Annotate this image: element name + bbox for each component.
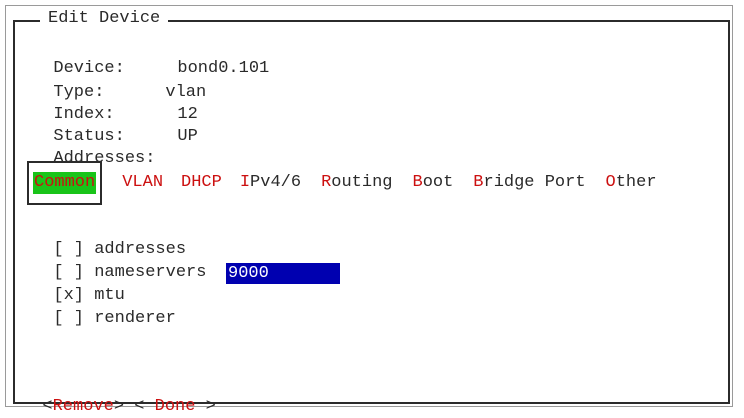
tab-vlan-label: VLAN xyxy=(122,173,164,192)
checkbox-renderer[interactable]: [ ] xyxy=(53,309,84,328)
tab-other-hotkey: O xyxy=(605,173,616,192)
tab-common-label: ommon xyxy=(44,173,96,192)
tab-other[interactable]: Other xyxy=(606,172,657,194)
tab-bridge-port-label: ridge Port xyxy=(483,173,586,192)
tab-routing-label: outing xyxy=(331,173,393,192)
tab-boot-label: oot xyxy=(422,173,454,192)
done-button[interactable]: < Done > xyxy=(134,397,216,416)
option-renderer[interactable]: [ ] renderer xyxy=(33,286,176,330)
tab-boot[interactable]: Boot xyxy=(412,172,453,194)
tab-routing[interactable]: Routing xyxy=(321,172,392,194)
tab-vlan[interactable]: VLAN xyxy=(122,172,163,194)
tab-dhcp[interactable]: DHCP xyxy=(181,172,222,194)
tab-ipv46-hotkey: I xyxy=(239,173,251,192)
tab-ipv46-label: Pv4/6 xyxy=(250,173,302,192)
dialog-title: Edit Device xyxy=(40,8,169,30)
tab-common-hotkey: C xyxy=(34,173,45,192)
done-button-label: Done xyxy=(154,397,196,416)
tab-bar: Common VLAN DHCP IPv4/6 Routing Boot Bri… xyxy=(27,161,657,205)
status-value: UP xyxy=(177,127,198,146)
tab-dhcp-label: DHCP xyxy=(181,173,222,192)
remove-button-label: Remove xyxy=(52,397,114,416)
mtu-input[interactable]: 9000 xyxy=(226,263,340,284)
option-renderer-label: renderer xyxy=(94,309,176,328)
tab-common[interactable]: Common xyxy=(27,161,103,205)
tab-ipv46[interactable]: IPv4/6 xyxy=(240,172,301,194)
tab-other-label: ther xyxy=(615,173,657,192)
button-row: <Remove> < Done > xyxy=(22,374,216,418)
tab-boot-hotkey: B xyxy=(412,173,423,192)
tab-bridge-port[interactable]: Bridge Port xyxy=(473,172,585,194)
tab-bridge-port-hotkey: B xyxy=(473,173,484,192)
tab-routing-hotkey: R xyxy=(321,173,332,192)
remove-button[interactable]: <Remove> xyxy=(42,397,124,416)
